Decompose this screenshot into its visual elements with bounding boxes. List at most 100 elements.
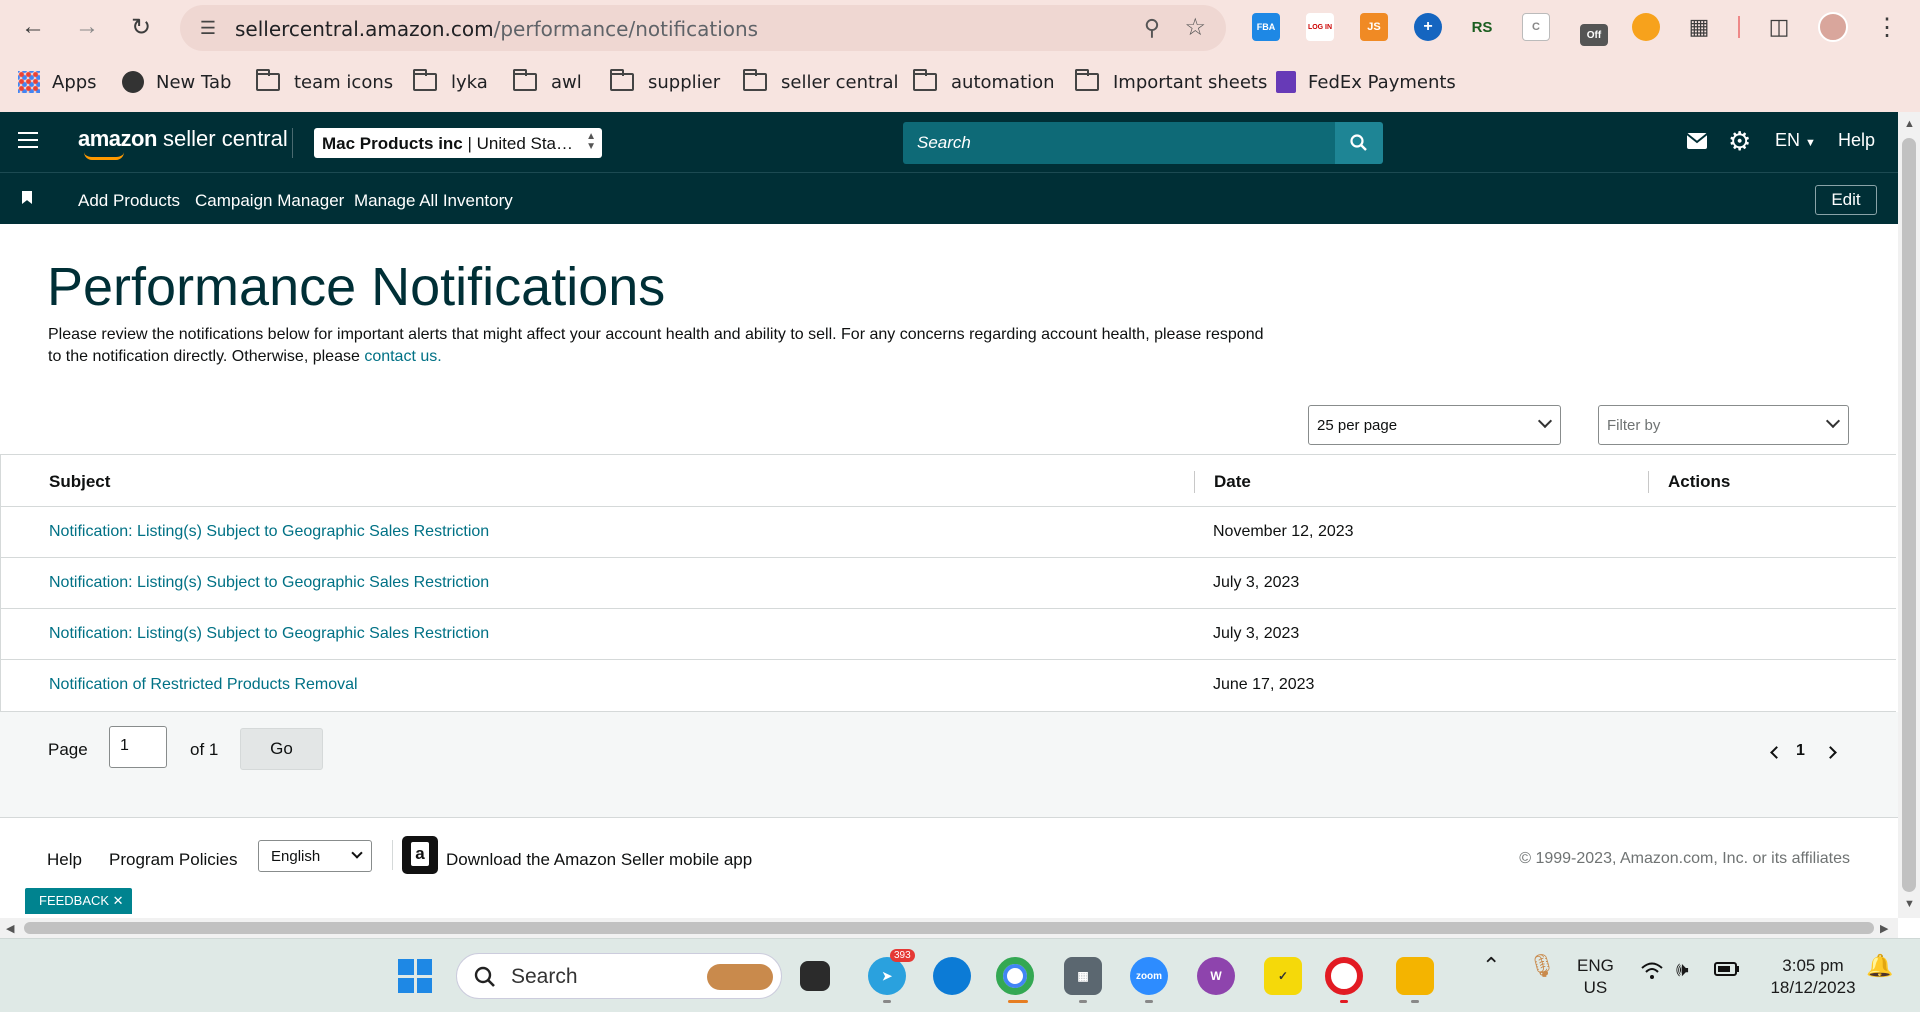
notification-bell-icon[interactable]: 🔔 <box>1866 955 1893 977</box>
bookmark-folder-seller-central[interactable]: seller central <box>743 68 899 96</box>
notification-subject-link[interactable]: Notification of Restricted Products Remo… <box>49 676 358 694</box>
scroll-left-icon[interactable]: ◀ <box>6 922 14 935</box>
vertical-scrollbar[interactable]: ▲ ▼ <box>1898 112 1920 918</box>
folder-icon <box>413 69 437 91</box>
column-date[interactable]: Date <box>1214 472 1251 492</box>
firefox-extension-icon[interactable] <box>1632 13 1660 41</box>
login-extension-icon[interactable]: LOG IN <box>1306 13 1334 41</box>
notification-subject-link[interactable]: Notification: Listing(s) Subject to Geog… <box>49 625 489 643</box>
page-number-input[interactable]: 1 <box>109 726 167 768</box>
chrome-menu-icon[interactable]: ⋮ <box>1870 10 1904 44</box>
horizontal-scrollbar[interactable]: ◀ ▶ <box>0 918 1898 938</box>
js-extension-icon[interactable]: JS <box>1360 13 1388 41</box>
back-icon[interactable]: ← <box>16 10 50 44</box>
contact-us-link[interactable]: contact us. <box>364 348 441 365</box>
chrome-icon[interactable] <box>996 957 1034 995</box>
nav-campaign-manager[interactable]: Campaign Manager <box>195 191 344 211</box>
wifi-icon[interactable] <box>1640 961 1664 987</box>
reload-icon[interactable]: ↻ <box>124 10 158 44</box>
search-highlight-icon <box>707 964 773 990</box>
footer-program-policies-link[interactable]: Program Policies <box>109 850 238 870</box>
nav-add-products[interactable]: Add Products <box>78 191 180 211</box>
sticky-notes-icon[interactable]: ✓ <box>1264 957 1302 995</box>
battery-icon[interactable] <box>1714 961 1740 983</box>
bookmark-folder-important-sheets[interactable]: Important sheets <box>1075 68 1267 96</box>
task-view-icon[interactable] <box>800 961 830 991</box>
address-bar[interactable]: ☰ sellercentral.amazon.com/performance/n… <box>180 5 1226 51</box>
feedback-button[interactable]: FEEDBACK ✕ <box>25 888 132 914</box>
scroll-down-icon[interactable]: ▼ <box>1904 898 1915 910</box>
language-selector[interactable]: EN ▼ <box>1775 130 1816 151</box>
edge-icon[interactable] <box>933 957 971 995</box>
bookmark-folder-automation[interactable]: automation <box>913 68 1055 96</box>
bookmark-folder-awl[interactable]: awl <box>513 68 582 96</box>
search-input[interactable]: Search <box>903 122 1335 164</box>
notification-date: July 3, 2023 <box>1213 574 1300 591</box>
account-switcher[interactable]: Mac Products inc | United Sta… ▲ ▼ <box>314 128 602 158</box>
site-settings-icon[interactable]: ☰ <box>196 16 220 40</box>
download-app-link[interactable]: Download the Amazon Seller mobile app <box>446 850 752 870</box>
help-link[interactable]: Help <box>1838 130 1875 151</box>
extensions-puzzle-icon[interactable]: ▦ <box>1682 10 1716 44</box>
current-page-number[interactable]: 1 <box>1796 742 1805 760</box>
calculator-icon[interactable]: ▦ <box>1064 957 1102 995</box>
zoom-icon[interactable]: zoom <box>1130 957 1168 995</box>
scrollbar-thumb[interactable] <box>24 922 1874 934</box>
settings-gear-icon[interactable]: ⚙ <box>1728 126 1751 157</box>
chevron-left-icon[interactable] <box>1770 746 1783 759</box>
lang-top: ENG <box>1577 956 1614 975</box>
quick-links-bar: Add Products Campaign Manager Manage All… <box>0 172 1898 224</box>
filter-select[interactable]: Filter by <box>1598 405 1849 445</box>
search-button[interactable] <box>1335 122 1383 164</box>
bookmark-fedex-payments[interactable]: FedEx Payments <box>1276 68 1456 96</box>
telegram-icon[interactable]: ➤ <box>868 957 906 995</box>
taskbar-search[interactable]: Search <box>456 953 782 999</box>
volume-icon[interactable]: 🕪 <box>1676 959 1689 981</box>
bookmark-folder-supplier[interactable]: supplier <box>610 68 720 96</box>
scrollbar-thumb[interactable] <box>1902 138 1916 892</box>
bookmark-new-tab[interactable]: New Tab <box>122 68 231 96</box>
c-extension-icon[interactable]: C <box>1522 13 1550 41</box>
edit-button[interactable]: Edit <box>1815 185 1877 215</box>
tray-overflow-chevron-icon[interactable]: ⌃ <box>1482 955 1500 977</box>
bookmark-folder-team-icons[interactable]: team icons <box>256 68 393 96</box>
bookmark-folder-lyka[interactable]: lyka <box>413 68 488 96</box>
forward-icon[interactable]: → <box>70 10 104 44</box>
notification-subject-link[interactable]: Notification: Listing(s) Subject to Geog… <box>49 574 489 592</box>
globe-icon <box>122 71 144 93</box>
windows-start-icon[interactable] <box>398 959 432 993</box>
input-language-indicator[interactable]: ENG US <box>1577 955 1614 999</box>
system-clock[interactable]: 3:05 pm 18/12/2023 <box>1758 955 1868 999</box>
seller-central-logo[interactable]: amazon seller central <box>78 126 288 160</box>
running-indicator <box>1079 1000 1087 1003</box>
table-row: Notification: Listing(s) Subject to Geog… <box>1 609 1896 660</box>
mail-icon[interactable] <box>1686 132 1708 155</box>
side-panel-icon[interactable]: ◫ <box>1762 10 1796 44</box>
footer-help-link[interactable]: Help <box>47 850 82 870</box>
bookmark-apps[interactable]: Apps <box>18 68 97 96</box>
url-text[interactable]: sellercentral.amazon.com/performance/not… <box>235 17 758 41</box>
nav-manage-all-inventory[interactable]: Manage All Inventory <box>354 191 513 211</box>
profile-avatar[interactable] <box>1818 12 1848 42</box>
rs-extension-icon[interactable]: RS <box>1468 13 1496 41</box>
column-subject[interactable]: Subject <box>49 472 110 492</box>
amazon-seller-app-icon[interactable] <box>402 836 438 874</box>
bookmark-icon[interactable] <box>22 191 32 204</box>
plus-extension-icon[interactable]: + <box>1414 13 1442 41</box>
scroll-right-icon[interactable]: ▶ <box>1880 922 1888 935</box>
zoom-icon[interactable]: ⚲ <box>1144 15 1160 41</box>
hamburger-menu-icon[interactable] <box>18 132 38 148</box>
per-page-select[interactable]: 25 per page <box>1308 405 1561 445</box>
chevron-right-icon[interactable] <box>1824 746 1837 759</box>
scroll-up-icon[interactable]: ▲ <box>1904 118 1915 130</box>
notification-subject-link[interactable]: Notification: Listing(s) Subject to Geog… <box>49 523 489 541</box>
fba-extension-icon[interactable]: FBA <box>1252 13 1280 41</box>
go-button[interactable]: Go <box>240 728 323 770</box>
wps-office-icon[interactable]: W <box>1197 957 1235 995</box>
file-explorer-icon[interactable] <box>1396 957 1434 995</box>
bookmark-star-icon[interactable]: ☆ <box>1184 13 1206 42</box>
off-extension-icon[interactable]: Off <box>1580 24 1608 46</box>
microphone-icon[interactable]: 🎙 <box>1528 955 1556 977</box>
opera-icon[interactable] <box>1325 957 1363 995</box>
footer-language-select[interactable]: English <box>258 840 372 872</box>
